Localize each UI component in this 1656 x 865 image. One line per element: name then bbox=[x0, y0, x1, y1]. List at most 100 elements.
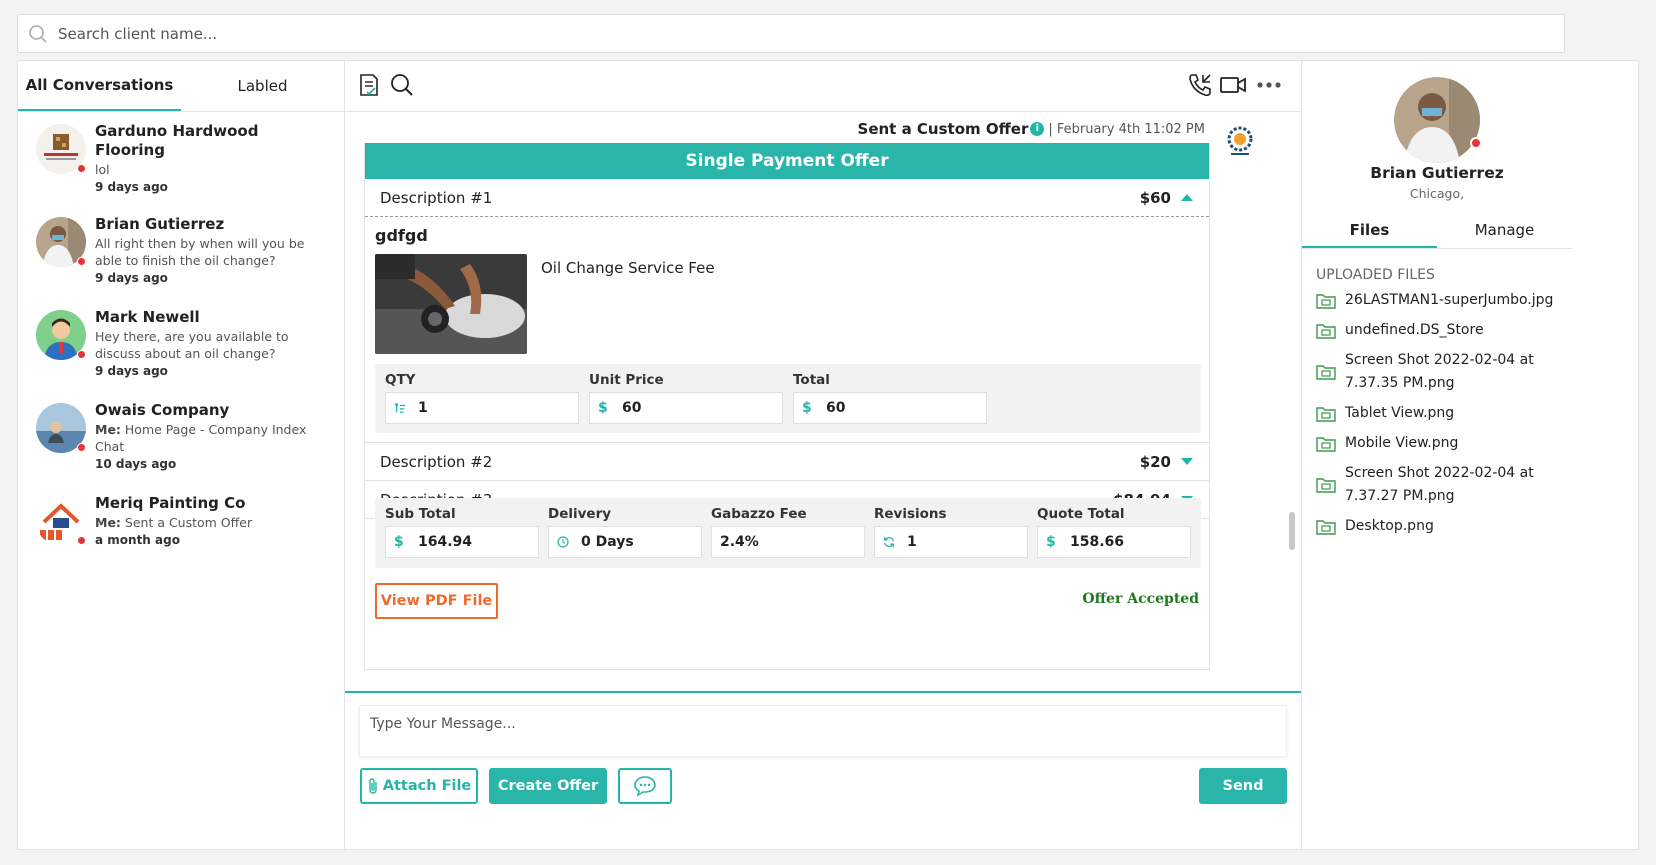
message-timestamp: | February 4th 11:02 PM bbox=[1048, 121, 1205, 137]
message-text: All right then by when will you be able … bbox=[95, 236, 305, 268]
conversation-body: Garduno Hardwood Flooring lol 9 days ago bbox=[95, 122, 325, 205]
dollar-icon: $ bbox=[598, 400, 608, 416]
qty-field: QTY 1 bbox=[385, 372, 579, 424]
attach-file-label: Attach File bbox=[382, 778, 472, 794]
delivery-input[interactable]: 0 Days bbox=[548, 526, 702, 558]
qty-value: 1 bbox=[418, 400, 428, 416]
tab-manage[interactable]: Manage bbox=[1437, 221, 1572, 248]
subtotal-input[interactable]: $164.94 bbox=[385, 526, 539, 558]
conversation-item[interactable]: Meriq Painting Co Me: Sent a Custom Offe… bbox=[18, 484, 344, 577]
chevron-down-icon[interactable] bbox=[1181, 458, 1193, 465]
conversation-time: a month ago bbox=[95, 533, 180, 547]
avatar-wrapper bbox=[36, 217, 86, 267]
chevron-up-icon[interactable] bbox=[1181, 194, 1193, 201]
file-item[interactable]: Screen Shot 2022-02-04 at 7.37.35 PM.png bbox=[1316, 349, 1566, 395]
conversation-preview: Hey there, are you available to discuss … bbox=[95, 328, 325, 362]
quick-reply-button[interactable] bbox=[618, 768, 672, 804]
sender-avatar bbox=[1225, 126, 1255, 158]
revisions-label: Revisions bbox=[874, 506, 947, 522]
conversation-item[interactable]: Garduno Hardwood Flooring lol 9 days ago bbox=[18, 112, 344, 205]
tab-files[interactable]: Files bbox=[1302, 221, 1437, 248]
refresh-icon bbox=[883, 535, 895, 549]
avatar-wrapper bbox=[36, 496, 86, 546]
revisions-field: Revisions 1 bbox=[874, 506, 1028, 558]
uploaded-files-list: 26LASTMAN1-superJumbo.jpg undefined.DS_S… bbox=[1316, 289, 1566, 545]
message-prefix: Me: bbox=[95, 515, 121, 530]
file-name: undefined.DS_Store bbox=[1345, 322, 1484, 338]
file-item[interactable]: Desktop.png bbox=[1316, 515, 1566, 538]
offer-title: Single Payment Offer bbox=[365, 143, 1209, 179]
file-item[interactable]: Screen Shot 2022-02-04 at 7.37.27 PM.png bbox=[1316, 462, 1566, 508]
file-item[interactable]: 26LASTMAN1-superJumbo.jpg bbox=[1316, 289, 1566, 312]
info-icon[interactable]: i bbox=[1030, 122, 1045, 136]
file-item[interactable]: Mobile View.png bbox=[1316, 432, 1566, 455]
total-input[interactable]: $ 60 bbox=[793, 392, 987, 424]
tab-all-conversations[interactable]: All Conversations bbox=[18, 61, 181, 111]
chat-scrollbar[interactable] bbox=[1289, 512, 1295, 550]
message-text: Home Page - Company Index Chat bbox=[95, 422, 307, 454]
item-title: gdfgd bbox=[375, 226, 428, 245]
more-icon[interactable] bbox=[1255, 71, 1283, 99]
total-field: Total $ 60 bbox=[793, 372, 987, 424]
message-text: Sent a Custom Offer bbox=[120, 515, 253, 530]
total-label: Total bbox=[793, 372, 830, 388]
folder-icon bbox=[1316, 365, 1336, 380]
search-input[interactable] bbox=[58, 24, 658, 43]
paperclip-icon bbox=[369, 778, 377, 794]
online-status-dot bbox=[77, 164, 86, 173]
conversation-time: 10 days ago bbox=[95, 457, 177, 471]
qty-input[interactable]: 1 bbox=[385, 392, 579, 424]
avatar-wrapper bbox=[36, 403, 86, 453]
description-amount-wrap: $20 bbox=[1140, 453, 1193, 471]
description-row-2[interactable]: Description #2 $20 bbox=[365, 443, 1209, 481]
subtotal-label: Sub Total bbox=[385, 506, 456, 522]
phone-icon[interactable] bbox=[1186, 71, 1214, 99]
file-item[interactable]: Tablet View.png bbox=[1316, 402, 1566, 425]
profile-name: Brian Gutierrez bbox=[1370, 164, 1504, 182]
unit-price-input[interactable]: $ 60 bbox=[589, 392, 783, 424]
conversation-time: 9 days ago bbox=[95, 364, 168, 378]
document-check-icon[interactable] bbox=[355, 71, 383, 99]
revisions-input[interactable]: 1 bbox=[874, 526, 1028, 558]
conversation-name: Owais Company bbox=[95, 401, 230, 419]
quote-total-label: Quote Total bbox=[1037, 506, 1125, 522]
message-prefix: Me: bbox=[95, 422, 121, 437]
conversation-item[interactable]: Mark Newell Hey there, are you available… bbox=[18, 298, 344, 391]
profile-tabs: Files Manage bbox=[1302, 221, 1572, 249]
description-row-1[interactable]: Description #1 $60 bbox=[365, 179, 1209, 217]
search-icon[interactable] bbox=[388, 71, 416, 99]
total-value: 60 bbox=[826, 400, 846, 416]
revisions-value: 1 bbox=[907, 534, 917, 550]
attach-file-button[interactable]: Attach File bbox=[360, 768, 478, 804]
conversation-name: Garduno Hardwood Flooring bbox=[95, 122, 259, 159]
offer-summary: Sub Total $164.94 Delivery 0 Days Gabazz… bbox=[375, 498, 1201, 568]
video-icon[interactable] bbox=[1219, 71, 1247, 99]
delivery-field: Delivery 0 Days bbox=[548, 506, 702, 558]
view-pdf-button[interactable]: View PDF File bbox=[375, 583, 498, 619]
chat-toolbar bbox=[345, 61, 1301, 112]
description-label: Description #2 bbox=[380, 452, 493, 471]
delivery-label: Delivery bbox=[548, 506, 612, 522]
conversation-name: Brian Gutierrez bbox=[95, 215, 225, 233]
conversation-body: Mark Newell Hey there, are you available… bbox=[95, 308, 325, 391]
file-item[interactable]: undefined.DS_Store bbox=[1316, 319, 1566, 342]
message-input[interactable] bbox=[359, 705, 1287, 757]
conversation-item[interactable]: Brian Gutierrez All right then by when w… bbox=[18, 205, 344, 298]
delivery-value: 0 Days bbox=[581, 534, 634, 550]
fee-input[interactable]: 2.4% bbox=[711, 526, 865, 558]
fee-field: Gabazzo Fee 2.4% bbox=[711, 506, 865, 558]
tab-labled[interactable]: Labled bbox=[181, 61, 344, 111]
profile-avatar bbox=[1394, 77, 1480, 163]
conversation-body: Owais Company Me: Home Page - Company In… bbox=[95, 401, 325, 484]
unit-price-label: Unit Price bbox=[589, 372, 664, 388]
description-amount: $20 bbox=[1139, 452, 1171, 471]
send-button[interactable]: Send bbox=[1199, 768, 1287, 804]
avatar-wrapper bbox=[36, 124, 86, 174]
conversation-preview: All right then by when will you be able … bbox=[95, 235, 325, 269]
online-status-dot bbox=[1470, 137, 1482, 149]
client-search-bar[interactable] bbox=[17, 14, 1565, 53]
conversation-item[interactable]: Owais Company Me: Home Page - Company In… bbox=[18, 391, 344, 484]
create-offer-button[interactable]: Create Offer bbox=[489, 768, 607, 804]
dollar-icon: $ bbox=[802, 400, 812, 416]
quote-total-input[interactable]: $158.66 bbox=[1037, 526, 1191, 558]
